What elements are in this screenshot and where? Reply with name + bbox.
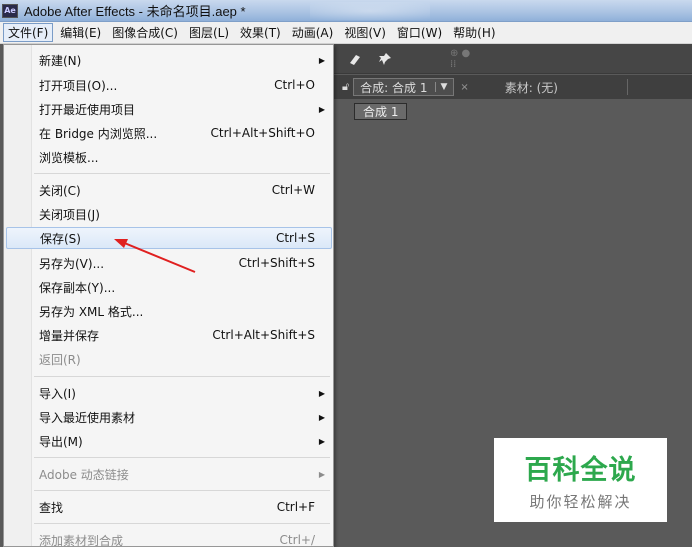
menu-item-revert: 返回(R) bbox=[4, 348, 333, 370]
tools-toolbar: ⊕ ● ⁞⁞ bbox=[330, 44, 692, 74]
menu-item-browse-templates[interactable]: 浏览模板... bbox=[4, 146, 333, 168]
menu-effect[interactable]: 效果(T) bbox=[236, 23, 285, 42]
composition-panel-tabs: 🔓︎ 合成: 合成 1 ▼ × 素材: (无) bbox=[330, 75, 692, 99]
menu-item-dynamic-link: Adobe 动态链接 ▶ bbox=[4, 463, 333, 485]
menu-item-label: 在 Bridge 内浏览照... bbox=[39, 126, 158, 141]
submenu-arrow-icon: ▶ bbox=[318, 412, 325, 422]
menu-item-label: 另存为(V)... bbox=[39, 256, 105, 271]
menu-item-label: 返回(R) bbox=[39, 352, 81, 367]
menu-item-label: 关闭(C) bbox=[39, 183, 81, 198]
menu-item-open-recent[interactable]: 打开最近使用项目 ▶ bbox=[4, 98, 333, 120]
tab-divider bbox=[627, 79, 628, 95]
menu-item-label: 浏览模板... bbox=[39, 150, 99, 165]
menu-item-label: 关闭项目(J) bbox=[39, 207, 100, 222]
footage-tab[interactable]: 素材: (无) bbox=[505, 79, 558, 96]
menu-item-label: 另存为 XML 格式... bbox=[39, 304, 144, 319]
menu-item-save-as[interactable]: 另存为(V)... Ctrl+Shift+S bbox=[4, 252, 333, 274]
menu-item-label: 新建(N) bbox=[39, 53, 82, 68]
chevron-down-icon[interactable]: ▼ bbox=[435, 82, 447, 92]
menu-item-browse-bridge[interactable]: 在 Bridge 内浏览照... Ctrl+Alt+Shift+O bbox=[4, 122, 333, 144]
menu-layer[interactable]: 图层(L) bbox=[185, 23, 233, 42]
watermark-logo: 百科全说 助你轻松解决 bbox=[494, 438, 667, 522]
menu-animation[interactable]: 动画(A) bbox=[288, 23, 338, 42]
menu-item-shortcut: Ctrl+W bbox=[271, 183, 315, 197]
menu-separator bbox=[34, 490, 330, 491]
menu-file[interactable]: 文件(F) bbox=[3, 23, 54, 42]
menu-item-import-recent[interactable]: 导入最近使用素材 ▶ bbox=[4, 406, 333, 428]
menu-window[interactable]: 窗口(W) bbox=[393, 23, 446, 42]
menu-item-new[interactable]: 新建(N) ▶ bbox=[4, 49, 333, 71]
lock-icon[interactable]: 🔓︎ bbox=[342, 80, 349, 94]
menu-item-shortcut: Ctrl+Shift+S bbox=[238, 256, 315, 270]
after-effects-app-icon: Ae bbox=[2, 3, 18, 18]
menu-help[interactable]: 帮助(H) bbox=[449, 23, 499, 42]
menu-item-shortcut: Ctrl+Alt+Shift+O bbox=[210, 126, 315, 140]
window-title: Adobe After Effects - 未命名项目.aep * bbox=[24, 4, 246, 19]
menu-item-shortcut: Ctrl+S bbox=[275, 231, 315, 245]
menu-item-shortcut: Ctrl+F bbox=[276, 500, 315, 514]
menu-item-label: 保存(S) bbox=[40, 231, 81, 246]
menu-item-increment-save[interactable]: 增量并保存 Ctrl+Alt+Shift+S bbox=[4, 324, 333, 346]
eraser-tool-icon[interactable] bbox=[344, 50, 366, 68]
menu-item-save[interactable]: 保存(S) Ctrl+S bbox=[6, 227, 332, 249]
menu-item-label: 添加素材到合成 bbox=[39, 533, 124, 547]
watermark-title: 百科全说 bbox=[524, 455, 637, 486]
menu-item-label: Adobe 动态链接 bbox=[39, 467, 129, 482]
menu-item-label: 增量并保存 bbox=[39, 328, 100, 343]
menu-item-shortcut: Ctrl+Alt+Shift+S bbox=[212, 328, 315, 342]
menu-item-open-project[interactable]: 打开项目(O)... Ctrl+O bbox=[4, 74, 333, 96]
title-bar: Ae Adobe After Effects - 未命名项目.aep * bbox=[0, 0, 692, 22]
submenu-arrow-icon: ▶ bbox=[318, 469, 325, 479]
menu-item-export[interactable]: 导出(M) ▶ bbox=[4, 430, 333, 452]
axis-mode-icon[interactable]: ⊕ ● ⁞⁞ bbox=[450, 48, 472, 70]
submenu-arrow-icon: ▶ bbox=[318, 388, 325, 398]
pin-tool-icon[interactable] bbox=[374, 50, 396, 68]
composition-tab-label: 合成: 合成 1 bbox=[360, 80, 428, 95]
menu-composition[interactable]: 图像合成(C) bbox=[108, 23, 182, 42]
menu-separator bbox=[34, 376, 330, 377]
menu-item-label: 打开项目(O)... bbox=[39, 78, 118, 93]
composition-tab[interactable]: 合成: 合成 1 ▼ bbox=[353, 78, 455, 96]
menu-item-close-project[interactable]: 关闭项目(J) bbox=[4, 203, 333, 225]
title-bar-glow bbox=[310, 2, 430, 20]
menu-item-save-copy[interactable]: 保存副本(Y)... bbox=[4, 276, 333, 298]
file-menu-dropdown: 新建(N) ▶ 打开项目(O)... Ctrl+O 打开最近使用项目 ▶ 在 B… bbox=[3, 44, 334, 547]
watermark-subtitle: 助你轻松解决 bbox=[529, 493, 632, 511]
menu-item-label: 保存副本(Y)... bbox=[39, 280, 116, 295]
submenu-arrow-icon: ▶ bbox=[318, 436, 325, 446]
menu-item-add-footage-to-comp: 添加素材到合成 Ctrl+/ bbox=[4, 529, 333, 547]
menu-item-close[interactable]: 关闭(C) Ctrl+W bbox=[4, 179, 333, 201]
menu-view[interactable]: 视图(V) bbox=[340, 23, 390, 42]
menu-item-shortcut: Ctrl+O bbox=[274, 78, 315, 92]
menu-item-shortcut: Ctrl+/ bbox=[279, 533, 315, 547]
submenu-arrow-icon: ▶ bbox=[318, 55, 325, 65]
menu-item-find[interactable]: 查找 Ctrl+F bbox=[4, 496, 333, 518]
menu-separator bbox=[34, 173, 330, 174]
submenu-arrow-icon: ▶ bbox=[318, 104, 325, 114]
menu-item-label: 查找 bbox=[39, 500, 64, 515]
menu-item-save-as-xml[interactable]: 另存为 XML 格式... bbox=[4, 300, 333, 322]
menu-edit[interactable]: 编辑(E) bbox=[56, 23, 105, 42]
menu-item-import[interactable]: 导入(I) ▶ bbox=[4, 382, 333, 404]
menu-separator bbox=[34, 523, 330, 524]
composition-sub-tab[interactable]: 合成 1 bbox=[354, 103, 408, 120]
menu-item-label: 导入(I) bbox=[39, 386, 76, 401]
menu-item-label: 导入最近使用素材 bbox=[39, 410, 136, 425]
menu-separator bbox=[34, 457, 330, 458]
menu-bar: 文件(F) 编辑(E) 图像合成(C) 图层(L) 效果(T) 动画(A) 视图… bbox=[0, 22, 692, 44]
menu-item-label: 导出(M) bbox=[39, 434, 83, 449]
close-icon[interactable]: × bbox=[460, 82, 468, 93]
menu-item-label: 打开最近使用项目 bbox=[39, 102, 136, 117]
